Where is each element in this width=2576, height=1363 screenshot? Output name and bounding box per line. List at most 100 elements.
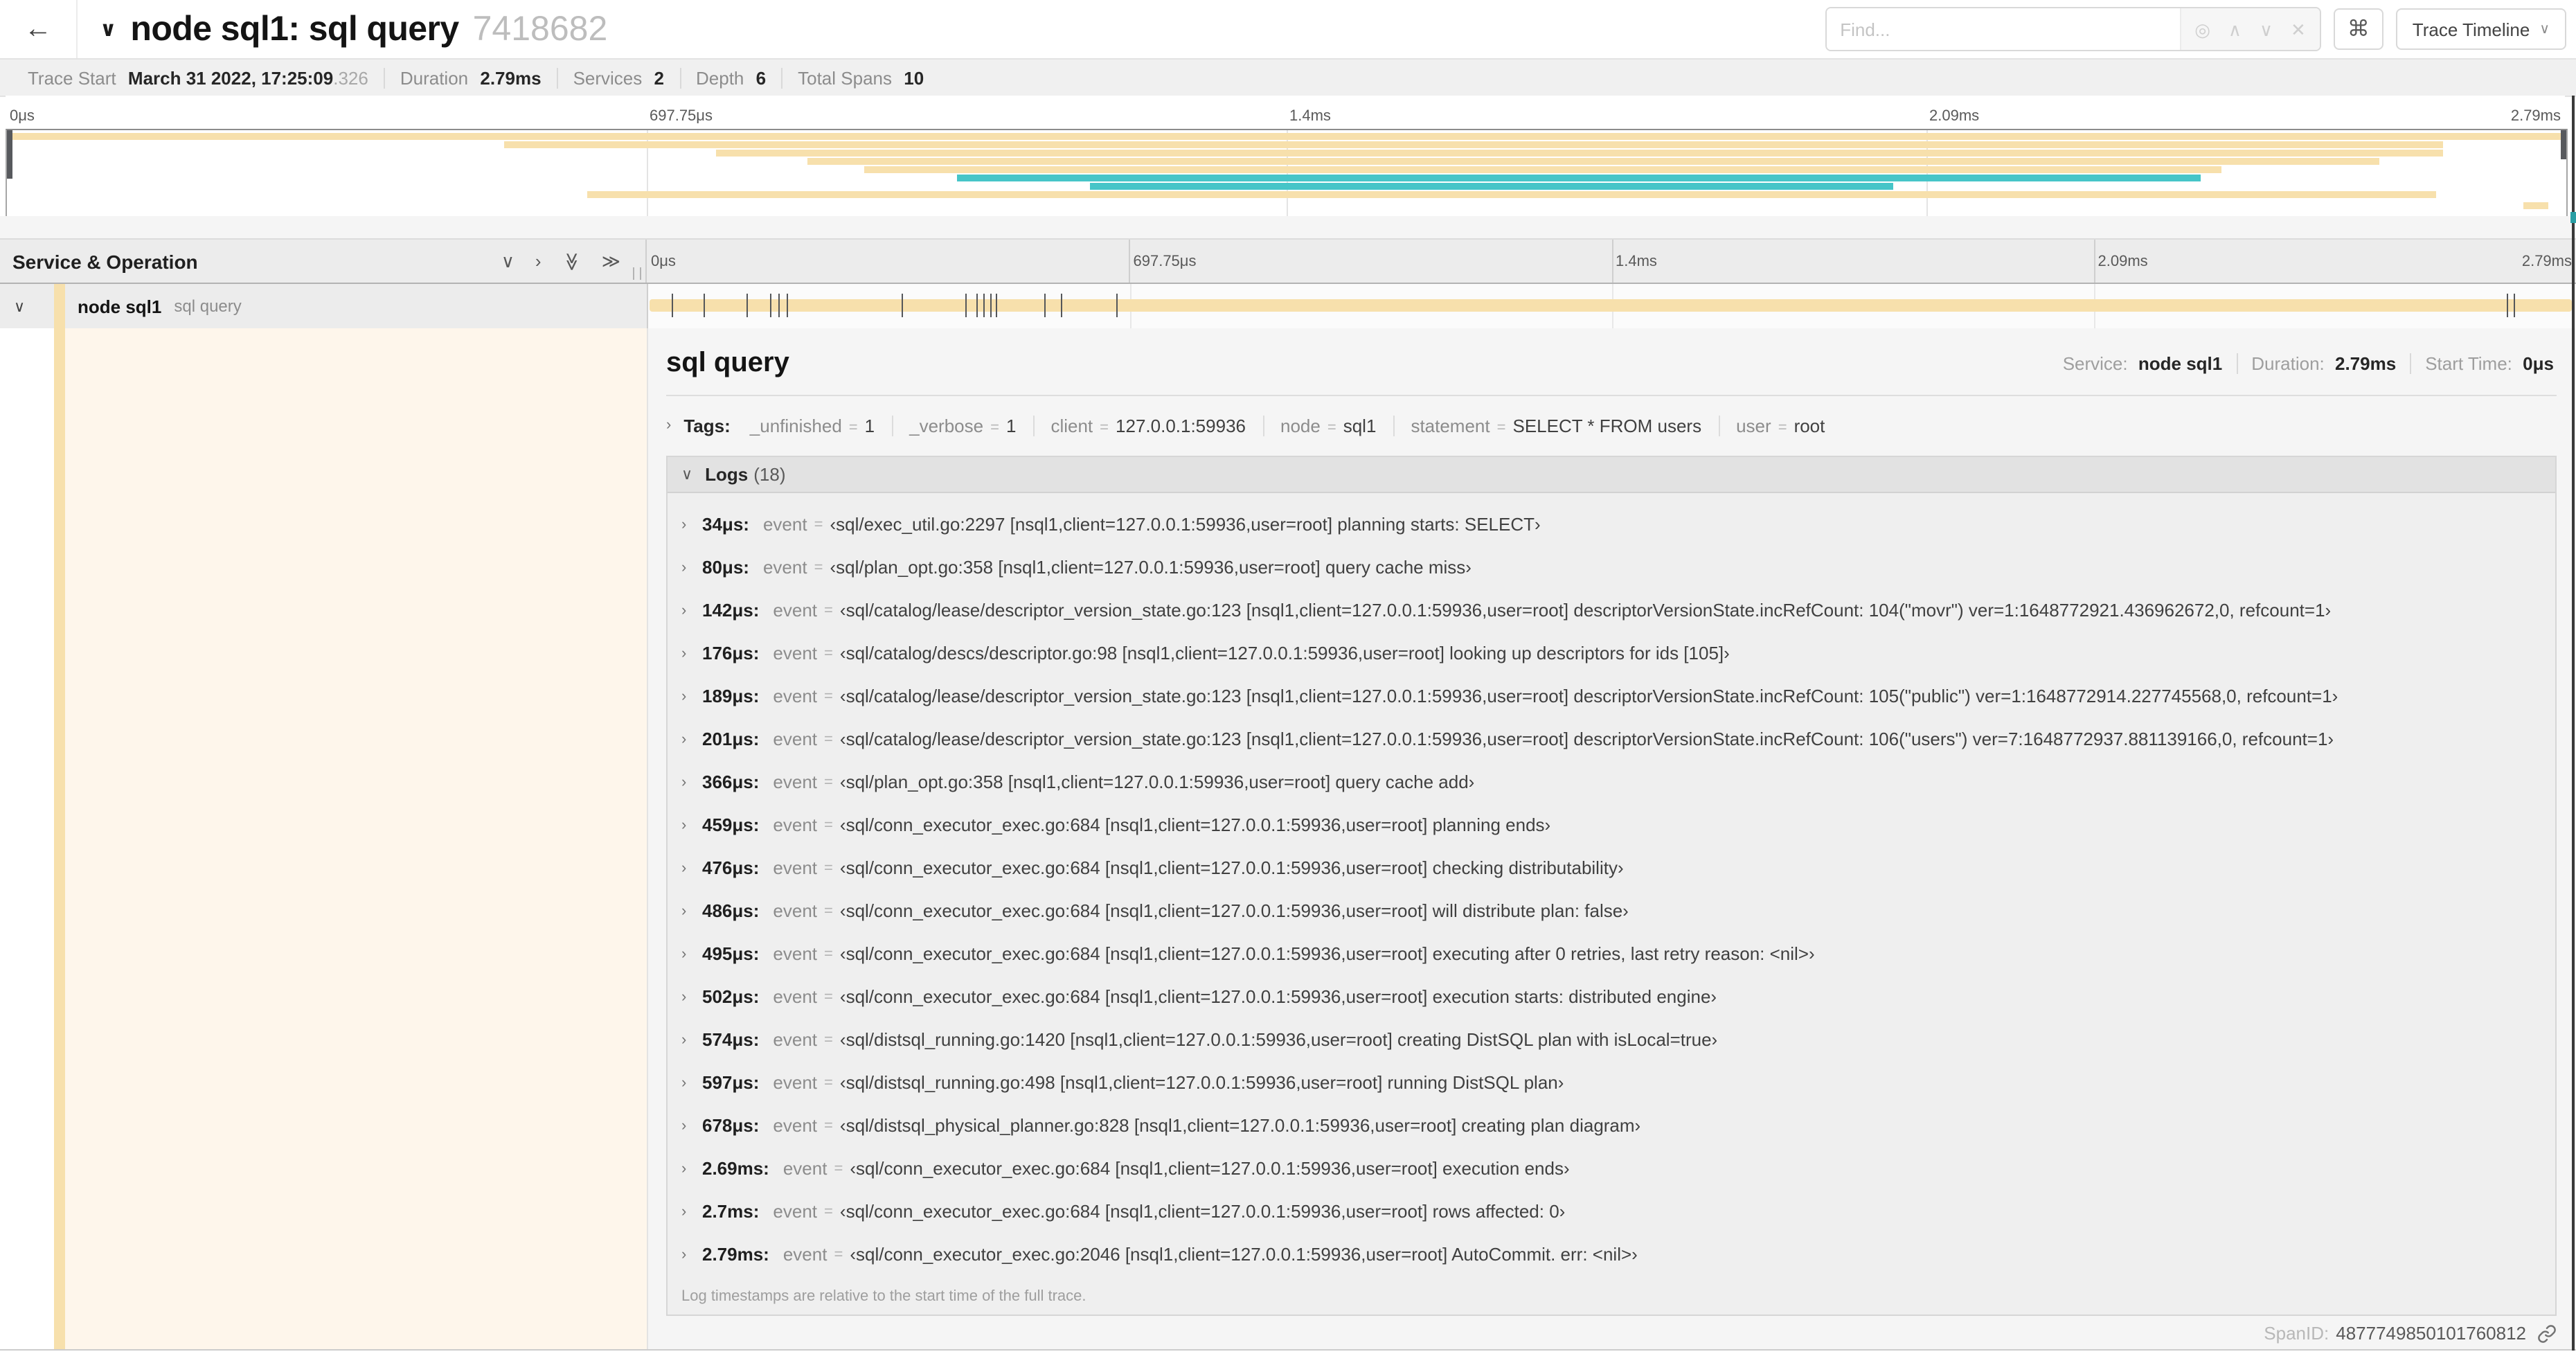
logs-header[interactable]: ∨ Logs (18)	[668, 457, 2555, 493]
chevron-right-icon: ›	[681, 1074, 687, 1091]
chevron-right-icon: ›	[681, 688, 687, 704]
log-field-value: ‹sql/catalog/lease/descriptor_version_st…	[839, 729, 2334, 749]
span-detail-title: sql query	[666, 347, 789, 377]
log-equals: =	[824, 1117, 833, 1134]
logs-count: (18)	[753, 464, 786, 485]
log-entry[interactable]: › 459μs: event = ‹sql/conn_executor_exec…	[668, 803, 2555, 846]
chevron-right-icon: ›	[681, 602, 687, 618]
back-button[interactable]: ←	[0, 0, 78, 58]
find-input[interactable]	[1826, 8, 2180, 50]
log-entry[interactable]: › 2.7ms: event = ‹sql/conn_executor_exec…	[668, 1190, 2555, 1233]
log-timestamp: 34μs:	[702, 514, 749, 535]
chevron-right-icon: ›	[681, 1117, 687, 1134]
span-row[interactable]: ∨ node sql1 sql query	[0, 284, 2576, 328]
minimap-ruler: 0μs 697.75μs 1.4ms 2.09ms 2.79ms	[6, 96, 2565, 129]
log-entry[interactable]: › 597μs: event = ‹sql/distsql_running.go…	[668, 1061, 2555, 1104]
span-timeline-cell[interactable]	[647, 284, 2576, 328]
right-edge-notch	[2570, 212, 2576, 223]
link-icon[interactable]	[2537, 1324, 2557, 1343]
log-field-key: event	[762, 514, 807, 535]
column-resizer-grip[interactable]	[633, 267, 641, 280]
tag-key: node	[1280, 415, 1321, 436]
tag-value: sql1	[1343, 415, 1377, 436]
log-entry[interactable]: › 80μs: event = ‹sql/plan_opt.go:358 [ns…	[668, 546, 2555, 589]
log-tick	[965, 294, 967, 317]
collapse-all-icon[interactable]: ≫	[560, 251, 582, 270]
log-field-value: ‹sql/plan_opt.go:358 [nsql1,client=127.0…	[830, 557, 1472, 578]
log-field-value: ‹sql/conn_executor_exec.go:684 [nsql1,cl…	[839, 943, 1815, 964]
tags-label: Tags:	[683, 415, 731, 436]
logs-footnote: Log timestamps are relative to the start…	[681, 1288, 1086, 1305]
log-timestamp: 678μs:	[702, 1115, 760, 1136]
summary-label: Duration	[400, 67, 469, 88]
log-timestamp: 476μs:	[702, 857, 760, 878]
span-name-cell[interactable]: ∨ node sql1 sql query	[0, 284, 647, 328]
trace-minimap[interactable]	[6, 129, 2568, 217]
log-tick	[2507, 294, 2509, 317]
log-entry[interactable]: › 502μs: event = ‹sql/conn_executor_exec…	[668, 975, 2555, 1018]
log-entry[interactable]: › 2.69ms: event = ‹sql/conn_executor_exe…	[668, 1147, 2555, 1190]
log-timestamp: 502μs:	[702, 986, 760, 1007]
keyboard-shortcuts-button[interactable]: ⌘	[2333, 8, 2383, 50]
log-entry[interactable]: › 142μs: event = ‹sql/catalog/lease/desc…	[668, 589, 2555, 632]
expand-all-icon[interactable]: ≫	[602, 250, 620, 272]
find-control-icon[interactable]: ◎	[2194, 20, 2210, 38]
tag-value: root	[1794, 415, 1825, 436]
log-entry[interactable]: › 366μs: event = ‹sql/plan_opt.go:358 [n…	[668, 760, 2555, 803]
service-color-strip	[54, 284, 65, 328]
find-control-icon[interactable]: ✕	[2291, 20, 2306, 38]
chevron-right-icon: ›	[681, 516, 687, 533]
log-entry[interactable]: › 574μs: event = ‹sql/distsql_running.go…	[668, 1018, 2555, 1061]
log-entry[interactable]: › 201μs: event = ‹sql/catalog/lease/desc…	[668, 718, 2555, 760]
log-field-key: event	[773, 857, 818, 878]
meta-value: node sql1	[2138, 353, 2223, 373]
service-color-strip	[54, 328, 65, 1349]
span-detail-left-column	[0, 328, 647, 1349]
log-entry[interactable]: › 678μs: event = ‹sql/distsql_physical_p…	[668, 1104, 2555, 1147]
tag-key: user	[1736, 415, 1771, 436]
log-entry[interactable]: › 495μs: event = ‹sql/conn_executor_exec…	[668, 932, 2555, 975]
minimap-left-scrubber[interactable]	[7, 130, 12, 179]
trace-summary-bar: Trace Start March 31 2022, 17:25:09.326 …	[0, 58, 2576, 97]
tag-key: _verbose	[909, 415, 984, 436]
log-tick	[1044, 294, 1046, 317]
indent-guide	[0, 328, 54, 1349]
log-field-value: ‹sql/conn_executor_exec.go:684 [nsql1,cl…	[839, 814, 1551, 835]
expand-one-icon[interactable]: ›	[535, 251, 542, 271]
view-selector-button[interactable]: Trace Timeline ∨	[2395, 8, 2566, 50]
log-tick	[983, 294, 985, 317]
span-id-footer: SpanID: 4877749850101760812	[666, 1323, 2557, 1344]
log-timestamp: 597μs:	[702, 1072, 760, 1093]
timeline-ruler: 0μs 697.75μs 1.4ms 2.09ms 2.79ms	[647, 240, 2576, 283]
span-duration-bar[interactable]	[650, 299, 2572, 312]
log-entry[interactable]: › 34μs: event = ‹sql/exec_util.go:2297 […	[668, 503, 2555, 546]
log-entry[interactable]: › 486μs: event = ‹sql/conn_executor_exec…	[668, 889, 2555, 932]
chevron-down-icon[interactable]: ∨	[100, 17, 116, 42]
tag-value: SELECT * FROM users	[1512, 415, 1702, 436]
span-id-label: SpanID:	[2264, 1323, 2329, 1344]
minimap-span-bar	[864, 166, 2221, 173]
chevron-down-icon[interactable]: ∨	[14, 297, 30, 315]
collapse-one-icon[interactable]: ∨	[501, 250, 515, 272]
minimap-right-scrubber[interactable]	[2561, 130, 2566, 159]
expand-collapse-controls: ∨ › ≫ ≫	[501, 250, 645, 272]
find-control-icon[interactable]: ∧	[2228, 20, 2242, 38]
chevron-right-icon: ›	[681, 945, 687, 962]
log-field-key: event	[773, 729, 818, 749]
meta-value: 2.79ms	[2335, 353, 2397, 373]
log-field-key: event	[773, 900, 818, 921]
ruler-tick-label: 2.79ms	[2510, 108, 2561, 125]
log-entry[interactable]: › 476μs: event = ‹sql/conn_executor_exec…	[668, 846, 2555, 889]
log-field-value: ‹sql/catalog/lease/descriptor_version_st…	[839, 600, 2332, 621]
find-control-icon[interactable]: ∨	[2260, 20, 2273, 38]
log-entry[interactable]: › 189μs: event = ‹sql/catalog/lease/desc…	[668, 675, 2555, 718]
tags-row[interactable]: › Tags: _unfinished = 1 _verbose = 1 cli…	[666, 409, 2557, 442]
log-entry[interactable]: › 176μs: event = ‹sql/catalog/descs/desc…	[668, 632, 2555, 675]
tags-list: _unfinished = 1 _verbose = 1 client = 127.0.0.…	[733, 415, 1842, 436]
divider	[666, 395, 2557, 396]
chevron-right-icon[interactable]: ›	[666, 417, 671, 434]
log-entry[interactable]: › 2.79ms: event = ‹sql/conn_executor_exe…	[668, 1233, 2555, 1276]
chevron-right-icon: ›	[681, 988, 687, 1005]
minimap-span-bar	[1089, 183, 1893, 190]
log-equals: =	[834, 1160, 843, 1177]
